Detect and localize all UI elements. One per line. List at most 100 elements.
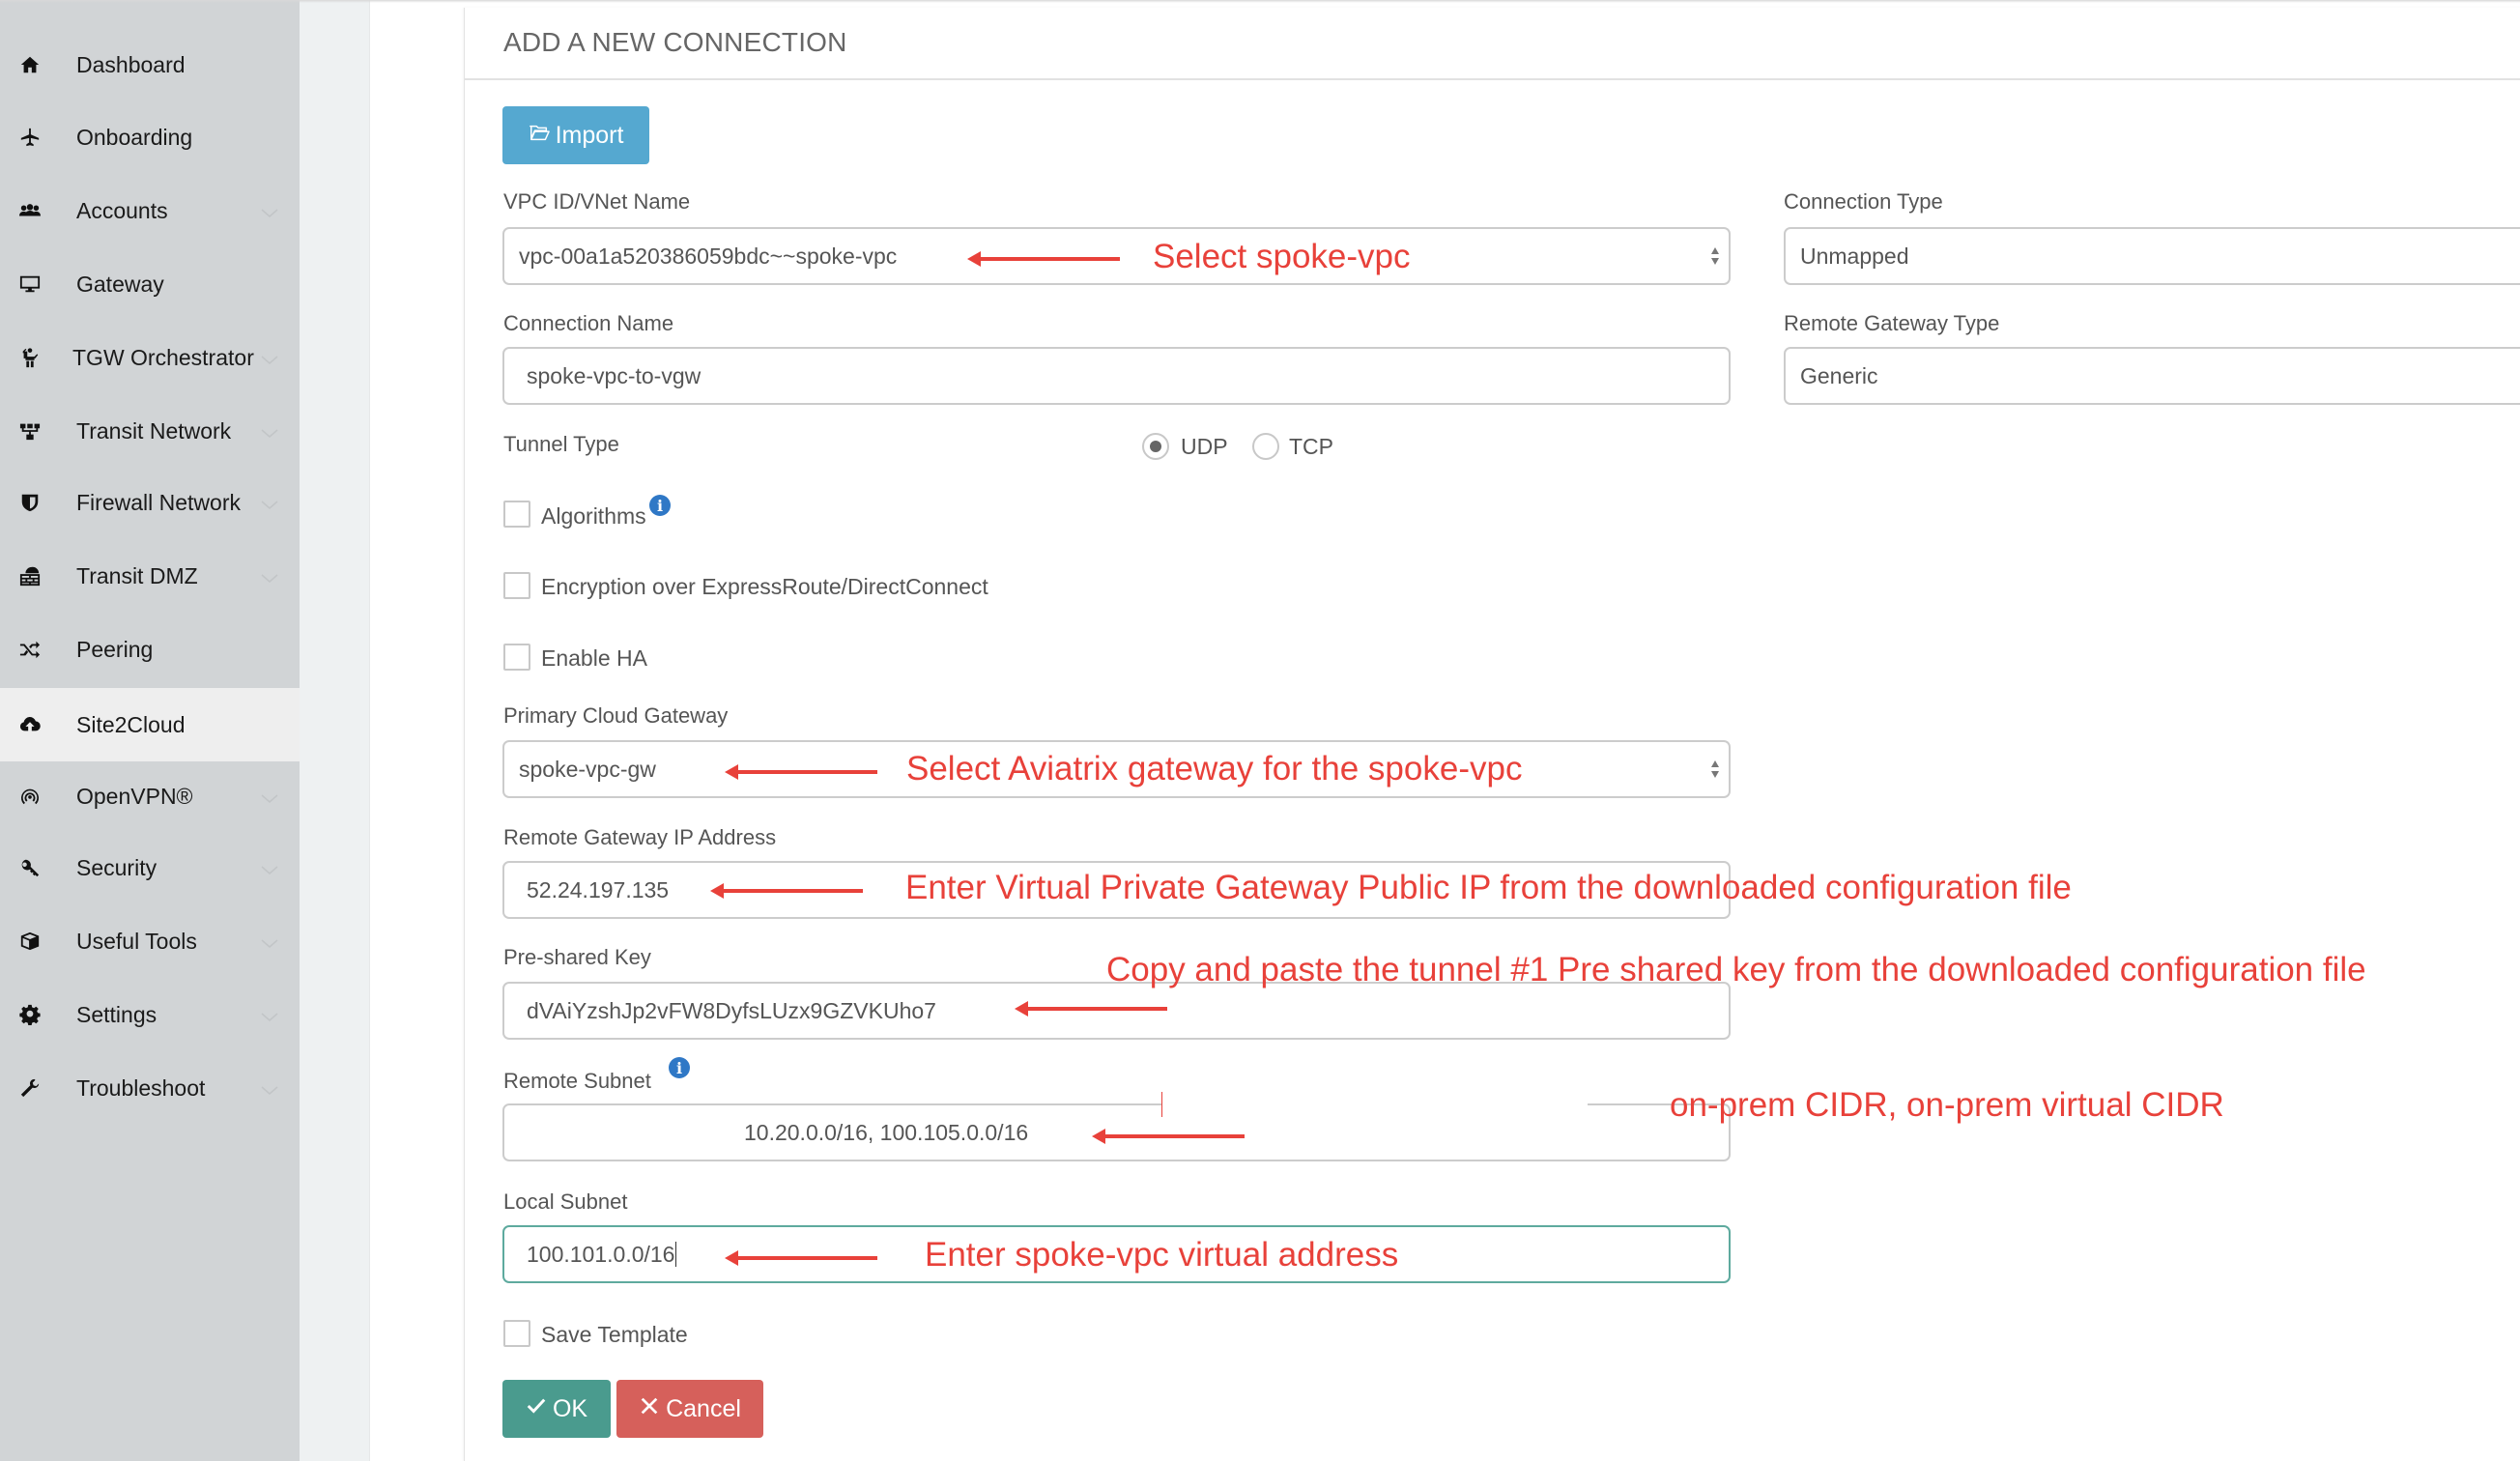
chevron-down-icon <box>261 571 278 583</box>
cloud-upload-icon <box>15 710 44 739</box>
airplane-icon <box>15 123 44 152</box>
check-icon <box>526 1395 547 1423</box>
sidebar-item-label: Settings <box>76 1001 158 1027</box>
primary-gateway-value: spoke-vpc-gw <box>519 756 656 782</box>
annotation-arrow-icon <box>1092 1129 1245 1144</box>
sidebar-gutter <box>300 0 369 1461</box>
algorithms-checkbox[interactable] <box>503 501 530 528</box>
network-icon <box>15 416 44 445</box>
chevron-down-icon <box>261 1083 278 1095</box>
save-template-label: Save Template <box>541 1322 688 1347</box>
sidebar-item-accounts[interactable]: Accounts <box>0 174 300 247</box>
sidebar-item-openvpn[interactable]: OpenVPN® <box>0 759 300 833</box>
annotation-primary-gateway: Select Aviatrix gateway for the spoke-vp… <box>906 750 1523 788</box>
local-subnet-value: 100.101.0.0/16 <box>527 1241 675 1267</box>
annotation-psk: Copy and paste the tunnel #1 Pre shared … <box>1106 951 2366 988</box>
sidebar-item-label: OpenVPN® <box>76 783 193 809</box>
top-shadow <box>0 0 2520 3</box>
shuffle-icon <box>15 635 44 664</box>
sidebar-item-peering[interactable]: Peering <box>0 613 300 686</box>
enable-ha-label: Enable HA <box>541 645 647 671</box>
annotation-local-subnet: Enter spoke-vpc virtual address <box>925 1236 1399 1274</box>
annotation-vpc: Select spoke-vpc <box>1153 238 1411 275</box>
connection-name-value: spoke-vpc-to-vgw <box>527 362 702 388</box>
psk-label: Pre-shared Key <box>503 945 651 969</box>
remote-gateway-type-value: Generic <box>1800 362 1878 388</box>
connection-type-value: Unmapped <box>1800 243 1909 269</box>
select-arrows-icon <box>1709 758 1721 781</box>
info-icon[interactable]: i <box>649 495 671 516</box>
remote-subnet-label: Remote Subnet <box>503 1069 651 1093</box>
annotation-arrow-icon <box>725 764 877 780</box>
connection-type-label: Connection Type <box>1784 189 1943 214</box>
annotation-arrow-icon <box>967 251 1120 267</box>
tunnel-type-udp-label: UDP <box>1181 434 1228 459</box>
sidebar-item-onboarding[interactable]: Onboarding <box>0 100 300 174</box>
sidebar-item-label: Security <box>76 854 158 880</box>
sidebar-item-label: Gateway <box>76 271 164 297</box>
annotation-mask <box>1162 1090 1588 1115</box>
vpc-label: VPC ID/VNet Name <box>503 189 691 214</box>
select-arrows-icon <box>1709 244 1721 268</box>
connection-name-label: Connection Name <box>503 311 674 335</box>
sidebar-item-label: Useful Tools <box>76 928 197 954</box>
annotation-arrow-icon <box>725 1250 877 1266</box>
close-icon <box>639 1395 660 1423</box>
sidebar-item-label: Transit Network <box>76 417 232 444</box>
content-margin <box>369 0 464 1461</box>
tunnel-type-udp-radio[interactable] <box>1142 433 1169 460</box>
tunnel-type-tcp-label: TCP <box>1289 434 1333 459</box>
key-icon <box>15 853 44 882</box>
sidebar-item-tgw-orchestrator[interactable]: TGW Orchestrator <box>0 321 300 394</box>
sidebar-item-settings[interactable]: Settings <box>0 978 300 1051</box>
gear-icon <box>15 1000 44 1029</box>
remote-gateway-type-label: Remote Gateway Type <box>1784 311 2000 335</box>
page-title: ADD A NEW CONNECTION <box>503 27 847 57</box>
orchestrator-icon <box>15 343 44 372</box>
sidebar-item-troubleshoot[interactable]: Troubleshoot <box>0 1051 300 1125</box>
sidebar-item-label: Site2Cloud <box>76 711 186 737</box>
chevron-down-icon <box>261 791 278 803</box>
monitor-icon <box>15 270 44 299</box>
cancel-label: Cancel <box>666 1394 741 1422</box>
chevron-down-icon <box>261 1010 278 1021</box>
sidebar-item-transit-dmz[interactable]: Transit DMZ <box>0 539 300 613</box>
psk-value: dVAiYzshJp2vFW8DyfsLUzx9GZVKUho7 <box>527 997 936 1023</box>
tunnel-type-label: Tunnel Type <box>503 432 619 456</box>
sidebar-item-gateway[interactable]: Gateway <box>0 247 300 321</box>
tunnel-type-tcp-radio[interactable] <box>1252 433 1279 460</box>
primary-gateway-label: Primary Cloud Gateway <box>503 703 729 728</box>
import-button[interactable]: Import <box>502 106 649 164</box>
enable-ha-checkbox[interactable] <box>503 644 530 671</box>
sidebar-item-label: Troubleshoot <box>76 1074 206 1101</box>
ok-button[interactable]: OK <box>502 1380 611 1438</box>
info-icon[interactable]: i <box>669 1057 690 1078</box>
sidebar-item-transit-network[interactable]: Transit Network <box>0 394 300 468</box>
users-icon <box>15 196 44 225</box>
cube-icon <box>15 927 44 956</box>
save-template-checkbox[interactable] <box>503 1320 530 1347</box>
remote-gateway-type-field[interactable]: Generic <box>1784 347 2520 405</box>
folder-open-icon <box>529 122 550 150</box>
encryption-checkbox[interactable] <box>503 572 530 599</box>
text-cursor <box>675 1242 677 1267</box>
chevron-down-icon <box>261 498 278 509</box>
sidebar-item-site2cloud[interactable]: Site2Cloud <box>0 688 300 761</box>
cancel-button[interactable]: Cancel <box>616 1380 763 1438</box>
remote-ip-label: Remote Gateway IP Address <box>503 825 777 849</box>
sidebar-item-security[interactable]: Security <box>0 831 300 904</box>
chevron-down-icon <box>261 353 278 364</box>
sidebar-item-firewall-network[interactable]: Firewall Network <box>0 466 300 539</box>
annotation-arrow-icon <box>710 883 863 899</box>
sidebar-item-label: Dashboard <box>76 51 186 77</box>
connection-name-input[interactable]: spoke-vpc-to-vgw <box>502 347 1731 405</box>
header-divider <box>465 78 2520 80</box>
connection-type-field[interactable]: Unmapped <box>1784 227 2520 285</box>
annotation-remote-subnet: on-prem CIDR, on-prem virtual CIDR <box>1670 1086 2224 1124</box>
sidebar-item-label: TGW Orchestrator <box>72 344 254 370</box>
sidebar-item-useful-tools[interactable]: Useful Tools <box>0 904 300 978</box>
algorithms-label: Algorithms <box>541 503 646 529</box>
encryption-label: Encryption over ExpressRoute/DirectConne… <box>541 574 988 599</box>
remote-ip-value: 52.24.197.135 <box>527 876 670 902</box>
sidebar-item-dashboard[interactable]: Dashboard <box>0 28 300 101</box>
